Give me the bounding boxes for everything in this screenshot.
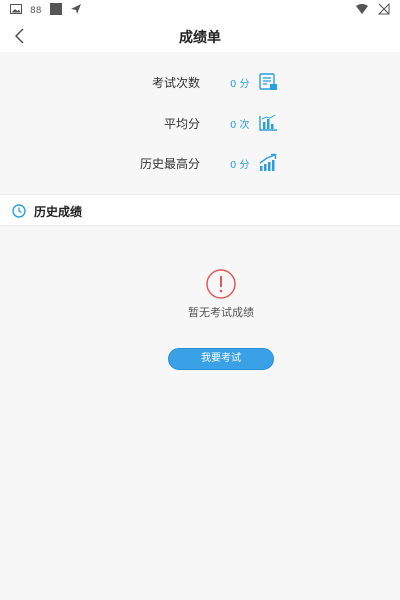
exam-sheet-icon — [259, 73, 277, 90]
svg-text:88: 88 — [30, 6, 42, 15]
stat-row-average: 平均分 0 次 — [0, 111, 400, 135]
status-left: 88 — [10, 3, 82, 15]
image-icon — [10, 4, 22, 14]
status-bar: 88 — [0, 0, 400, 18]
stat-row-exam-count: 考试次数 0 分 — [0, 70, 400, 94]
sim-icon: 88 — [30, 6, 42, 15]
take-exam-button[interactable]: 我要考试 — [168, 348, 274, 370]
exclamation-icon — [206, 269, 236, 299]
stat-value: 0 分 — [230, 79, 250, 90]
nav-bar: 成绩单 — [0, 18, 400, 52]
stat-row-highest: 历史最高分 0 分 — [0, 151, 400, 175]
wifi-icon — [356, 4, 368, 14]
stat-label: 考试次数 — [151, 76, 200, 90]
send-icon — [71, 4, 81, 14]
status-right — [356, 3, 390, 15]
stat-label: 历史最高分 — [139, 157, 200, 171]
stat-label: 平均分 — [163, 117, 200, 131]
stats-panel: 考试次数 0 分 平均分 0 次 历史最高分 0 分 — [0, 60, 400, 188]
history-title: 历史成绩 — [34, 205, 83, 219]
stat-value: 0 次 — [230, 120, 250, 131]
bar-chart-icon — [259, 114, 277, 131]
stat-value: 0 分 — [230, 160, 250, 171]
no-signal-icon — [378, 3, 390, 15]
history-section-header: 历史成绩 — [0, 194, 400, 226]
clock-icon — [12, 204, 26, 218]
trend-up-icon — [259, 153, 277, 171]
app-square-icon — [50, 3, 62, 15]
page-title: 成绩单 — [179, 30, 221, 46]
empty-state-text: 暂无考试成绩 — [188, 306, 254, 319]
